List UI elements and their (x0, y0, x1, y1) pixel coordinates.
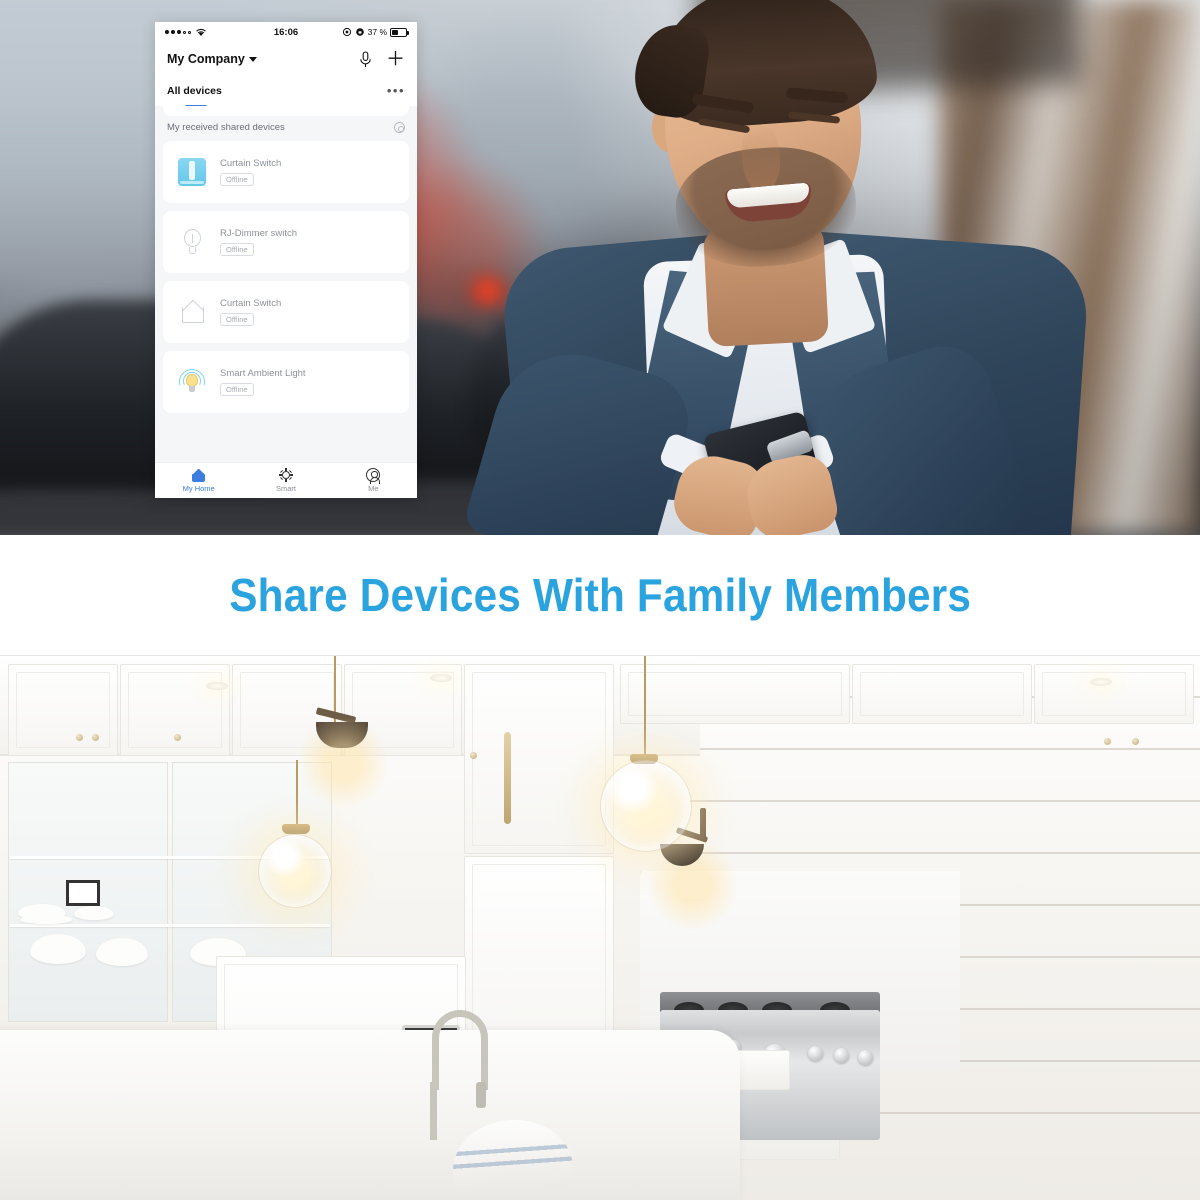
recessed-downlight (206, 682, 228, 690)
nav-item-smart[interactable]: Smart (242, 468, 329, 493)
gear-icon[interactable] (394, 122, 405, 133)
bowl (30, 934, 86, 964)
section-title: My received shared devices (167, 122, 285, 133)
dish (20, 914, 72, 924)
partial-card-above (163, 106, 409, 116)
cabinet-knob (1132, 738, 1139, 745)
plus-icon[interactable]: ＋ (386, 50, 405, 69)
list-item[interactable]: Curtain Switch Offline (163, 141, 409, 203)
nav-label: My Home (182, 483, 215, 493)
hero-photo-section: 16:06 37 % My Company ＋ All devices ••• … (0, 0, 1200, 535)
range-knob (834, 1048, 849, 1063)
display-shelf (10, 924, 330, 927)
tall-cabinet (464, 664, 614, 854)
pendant-glow (298, 718, 388, 808)
app-header: My Company ＋ (155, 42, 417, 76)
faucet-arc (432, 1010, 488, 1090)
ambient-light-icon (175, 365, 209, 399)
home-icon (191, 469, 206, 482)
upper-cabinet (1034, 664, 1194, 724)
upper-cabinet (120, 664, 230, 756)
status-badge: Offline (220, 313, 254, 326)
shiplap-line (690, 852, 1200, 854)
person-icon (366, 468, 381, 484)
app-screenshot-overlay: 16:06 37 % My Company ＋ All devices ••• … (155, 22, 417, 498)
cabinet-pull (504, 732, 511, 824)
device-name: RJ-Dimmer switch (220, 228, 298, 239)
dimmer-bulb-icon (175, 225, 209, 259)
status-bar: 16:06 37 % (155, 22, 417, 42)
tab-bar: All devices ••• (155, 76, 417, 108)
pendant-chain (644, 656, 646, 760)
cabinet-knob (470, 752, 477, 759)
cabinet-knob (174, 734, 181, 741)
status-badge: Offline (220, 243, 254, 256)
page-title: Share Devices With Family Members (229, 569, 971, 621)
crystal-pendant-light (258, 834, 332, 908)
shiplap-line (690, 800, 1200, 802)
framed-photo (66, 880, 100, 906)
device-name: Curtain Switch (220, 158, 282, 169)
recessed-downlight (1090, 678, 1112, 686)
cabinet-knob (76, 734, 83, 741)
cabinet-knob (1104, 738, 1111, 745)
battery-icon (390, 27, 409, 37)
device-name: Curtain Switch (220, 298, 282, 309)
microphone-icon[interactable] (359, 50, 372, 68)
tab-all-devices[interactable]: All devices (167, 85, 222, 97)
pendant-chain (296, 760, 298, 830)
list-item[interactable]: RJ-Dimmer switch Offline (163, 211, 409, 273)
device-name: Smart Ambient Light (220, 368, 306, 379)
bowl (96, 938, 148, 966)
list-item[interactable]: Curtain Switch Offline (163, 281, 409, 343)
status-bar-time: 16:06 (273, 26, 299, 38)
home-selector[interactable]: My Company (167, 52, 257, 66)
faucet-stem (430, 1082, 437, 1140)
nav-label: Smart (275, 484, 296, 493)
kitchen-island (0, 1030, 740, 1200)
man-with-smartphone (462, 0, 1091, 535)
home-outline-icon (175, 295, 209, 329)
upper-cabinet (852, 664, 1032, 724)
range-knob (858, 1050, 873, 1065)
range-knob (808, 1046, 823, 1061)
sun-icon (278, 468, 293, 482)
recessed-downlight (430, 674, 452, 682)
chevron-down-icon (248, 56, 257, 62)
upper-cabinet (620, 664, 850, 724)
faucet-head (476, 1082, 486, 1108)
status-badge: Offline (220, 383, 254, 396)
nav-item-my-home[interactable]: My Home (155, 469, 242, 493)
kitchen-photo-section: TEEKAR (0, 655, 1200, 1200)
device-list-scroll-area[interactable]: My received shared devices Curtain Switc… (155, 106, 417, 462)
nav-label: Me (368, 484, 379, 493)
shiplap-line (690, 748, 1200, 750)
dish (74, 906, 114, 920)
more-horizontal-icon[interactable]: ••• (387, 84, 405, 97)
crystal-pendant-light (600, 760, 692, 852)
nav-item-me[interactable]: Me (330, 468, 417, 493)
sconce-arm (700, 808, 706, 838)
headline-band: Share Devices With Family Members (0, 535, 1200, 655)
home-name-label: My Company (167, 52, 245, 66)
bottom-navigation: My Home Smart Me (155, 462, 417, 498)
list-item[interactable]: Smart Ambient Light Offline (163, 351, 409, 413)
upper-cabinet (8, 664, 118, 756)
curtain-switch-icon (175, 155, 209, 189)
cabinet-knob (92, 734, 99, 741)
pendant-cap (282, 824, 310, 834)
status-badge: Offline (220, 173, 254, 186)
